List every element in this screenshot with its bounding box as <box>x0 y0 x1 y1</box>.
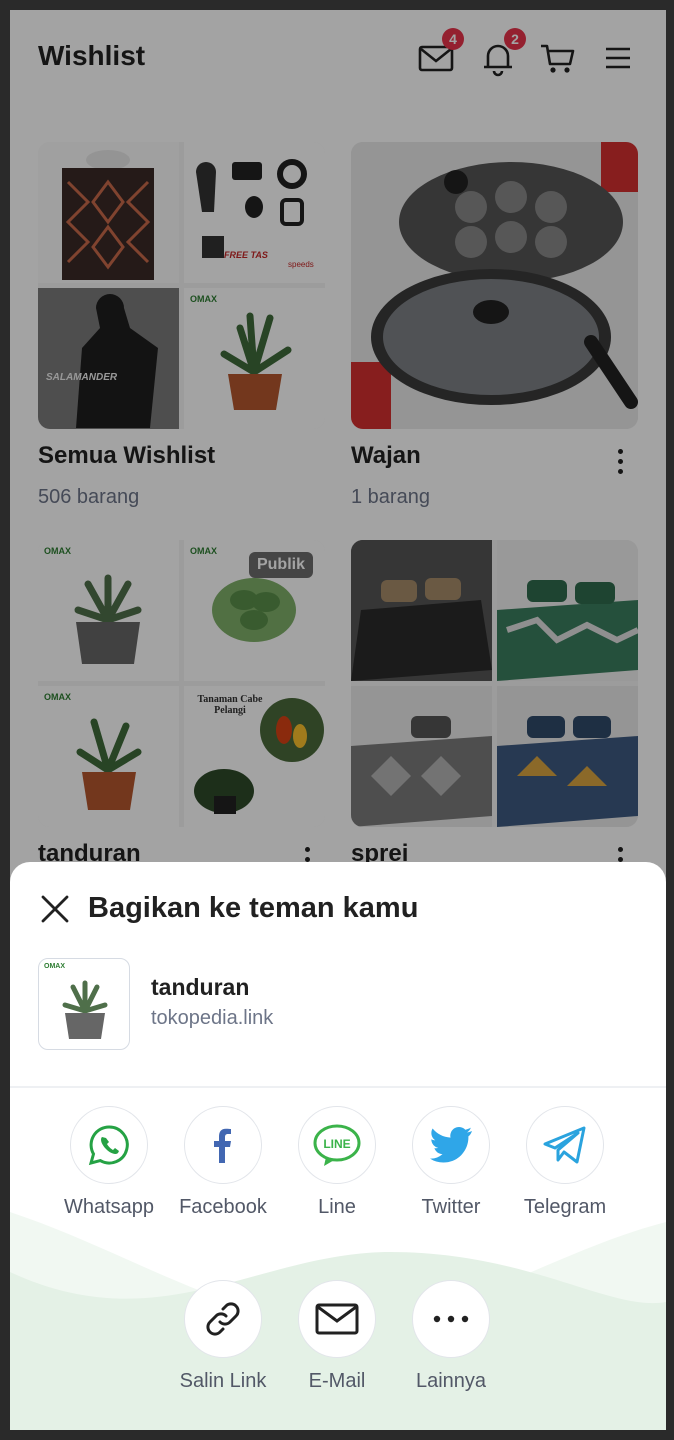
share-line-label: Line <box>318 1196 356 1218</box>
shared-item-name: tanduran <box>151 974 250 1000</box>
share-facebook-label: Facebook <box>179 1196 267 1218</box>
twitter-icon <box>430 1126 472 1163</box>
email-share-label: E-Mail <box>308 1370 366 1392</box>
omax-logo-text: OMAX <box>44 963 65 970</box>
telegram-icon <box>543 1126 586 1164</box>
line-icon: LINE <box>313 1124 361 1166</box>
copy-link-label: Salin Link <box>179 1370 267 1392</box>
share-sheet-title: Bagikan ke teman kamu <box>88 892 419 924</box>
email-share-button[interactable]: E-Mail <box>282 1280 392 1393</box>
shared-item-link: tokopedia.link <box>151 1007 274 1029</box>
facebook-icon <box>214 1128 231 1163</box>
app-frame: Wishlist 4 2 FREE TAS speeds SALAMANDER … <box>10 10 666 1430</box>
mail-icon <box>315 1303 359 1335</box>
shared-item-thumbnail: OMAX <box>38 958 130 1050</box>
more-share-label: Lainnya <box>415 1370 487 1392</box>
share-whatsapp-button[interactable]: Whatsapp <box>54 1106 164 1219</box>
share-whatsapp-label: Whatsapp <box>63 1196 155 1218</box>
share-bottom-sheet: Bagikan ke teman kamu OMAX tanduran toko… <box>10 862 666 1430</box>
divider <box>10 1086 666 1088</box>
more-share-button[interactable]: Lainnya <box>396 1280 506 1393</box>
share-telegram-label: Telegram <box>523 1196 607 1218</box>
link-icon <box>206 1302 240 1336</box>
copy-link-button[interactable]: Salin Link <box>168 1280 278 1393</box>
share-facebook-button[interactable]: Facebook <box>168 1106 278 1219</box>
more-icon <box>433 1315 469 1323</box>
share-twitter-label: Twitter <box>421 1196 481 1218</box>
line-icon-text: LINE <box>323 1137 350 1151</box>
share-line-button[interactable]: LINE Line <box>282 1106 392 1219</box>
share-telegram-button[interactable]: Telegram <box>510 1106 620 1219</box>
close-icon[interactable] <box>38 892 72 926</box>
whatsapp-icon <box>88 1125 129 1166</box>
share-twitter-button[interactable]: Twitter <box>396 1106 506 1219</box>
